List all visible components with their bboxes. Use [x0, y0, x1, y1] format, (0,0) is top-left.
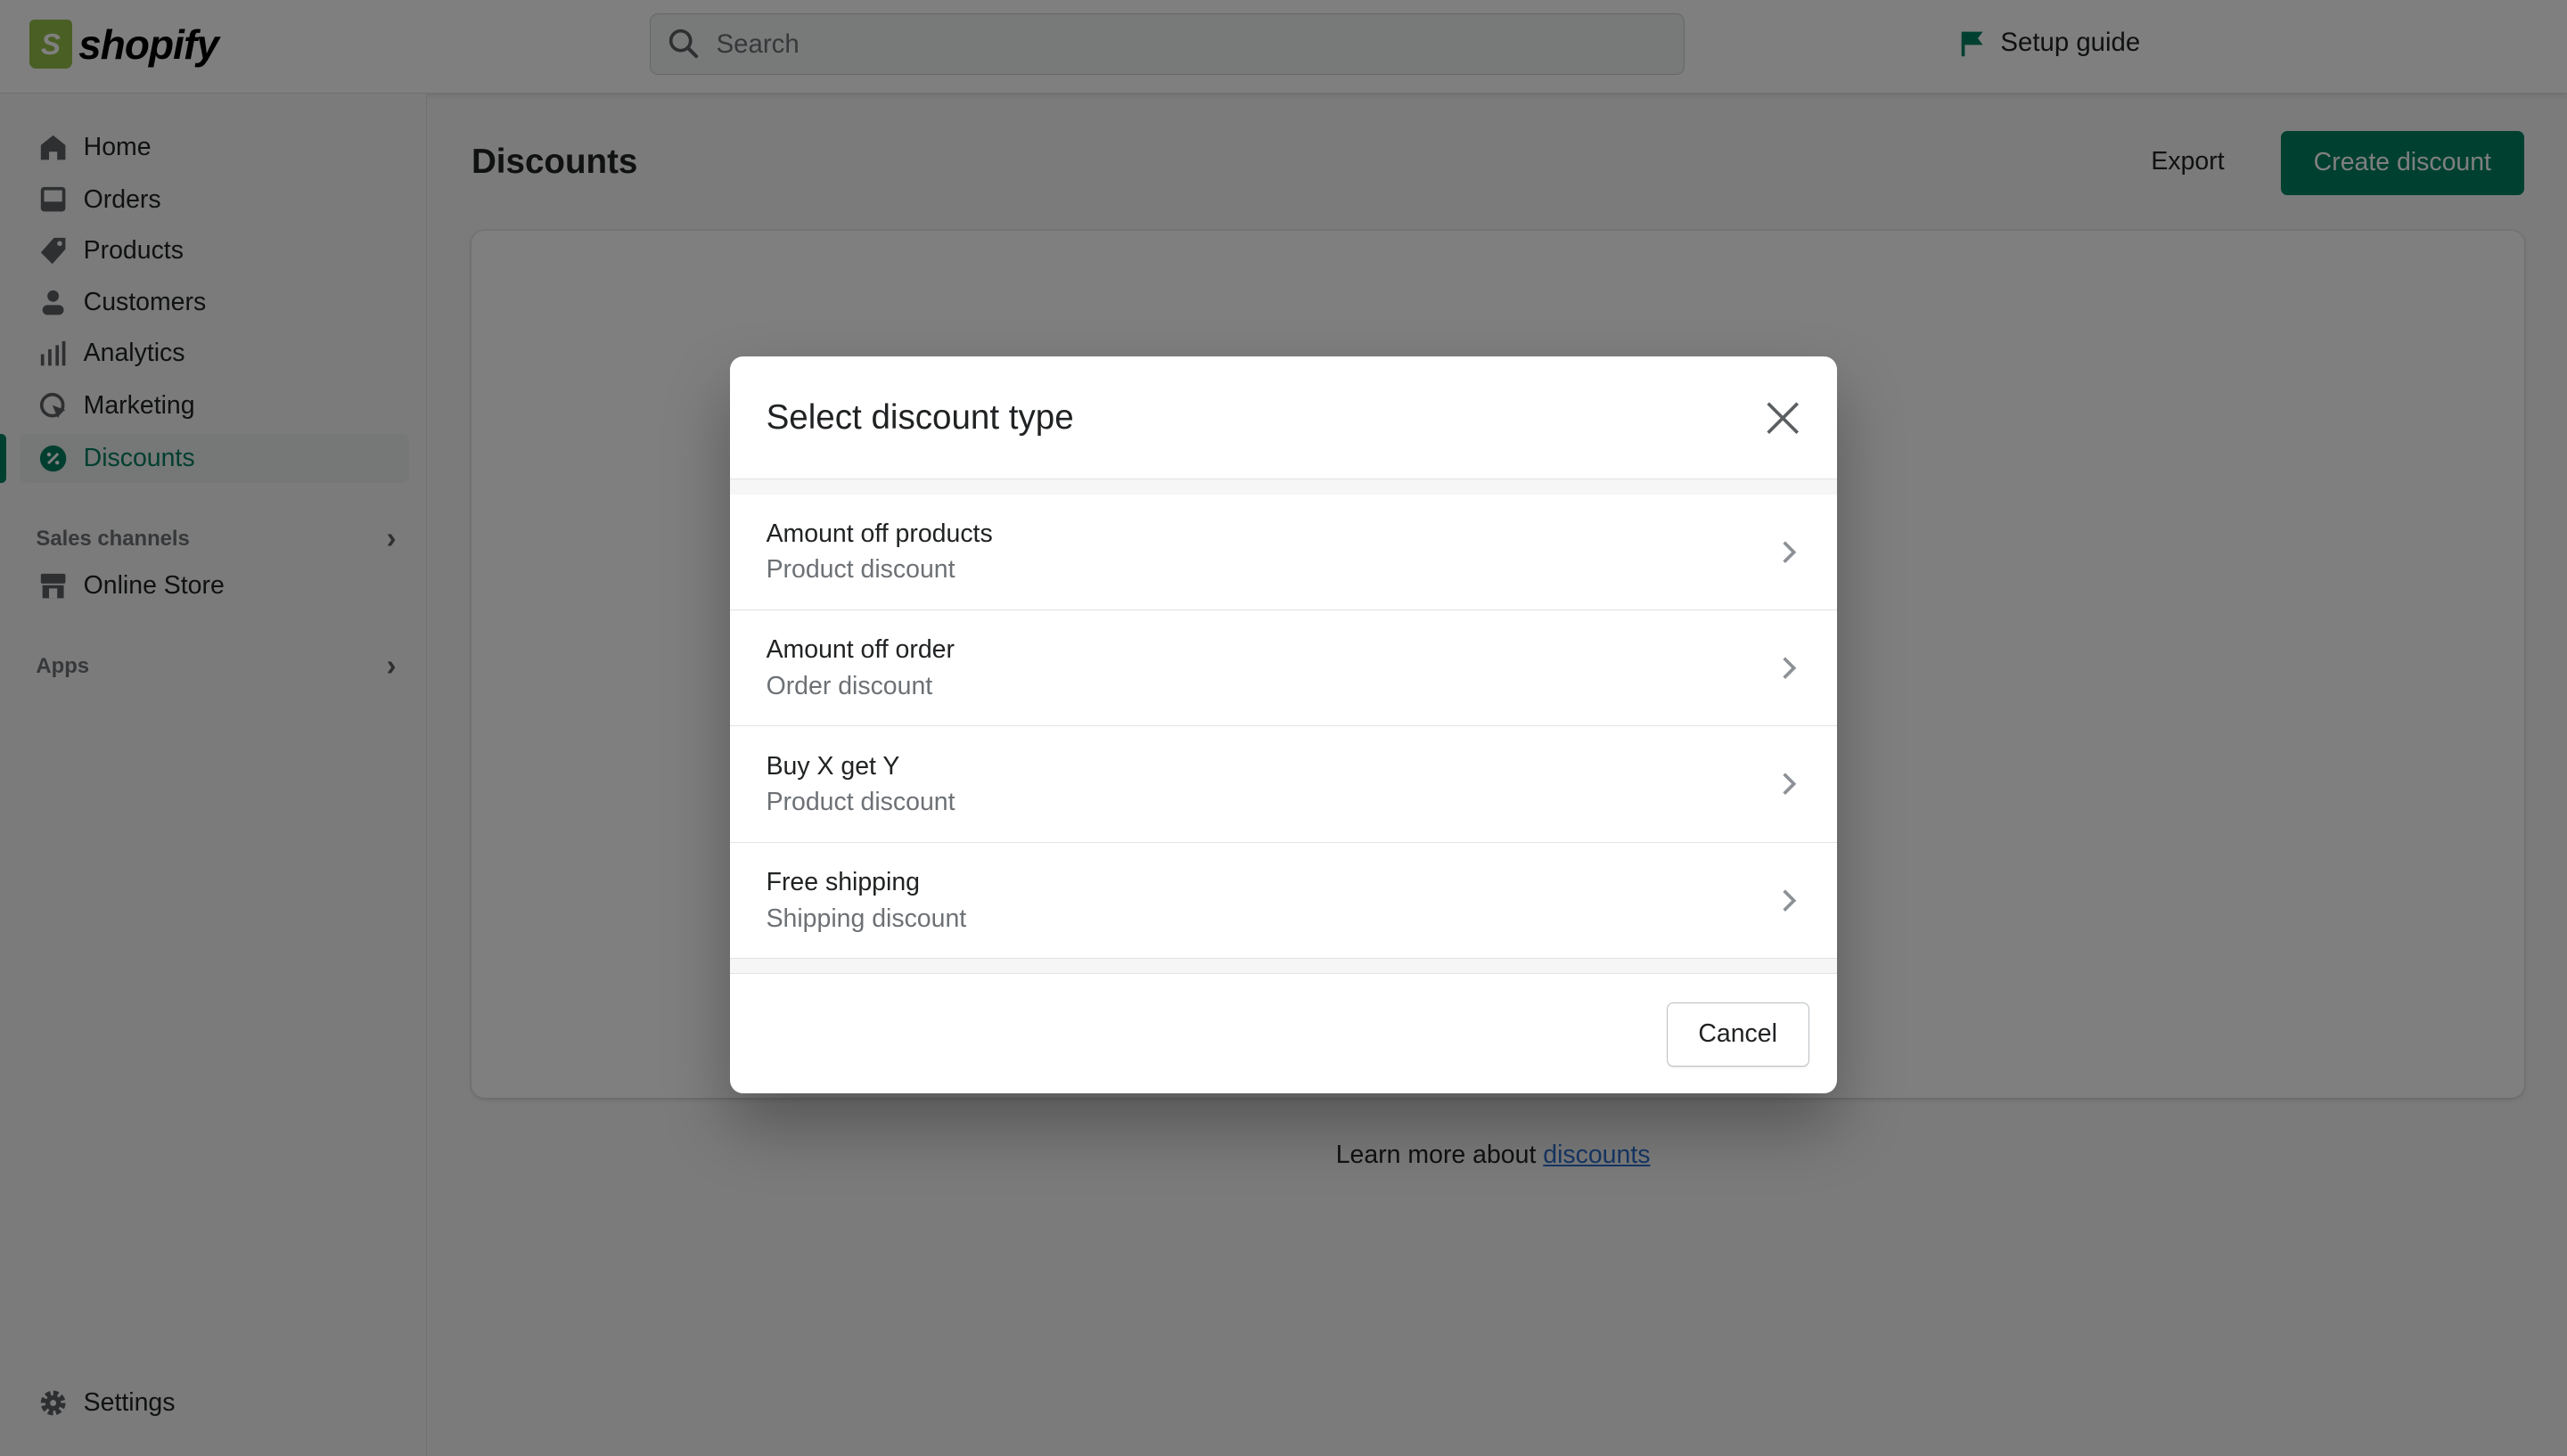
modal-footer: Cancel	[730, 974, 1837, 1093]
cancel-button[interactable]: Cancel	[1666, 1002, 1809, 1067]
option-amount-off-products[interactable]: Amount off products Product discount	[730, 495, 1837, 611]
option-title: Amount off order	[766, 635, 955, 665]
option-subtitle: Product discount	[766, 555, 955, 585]
divider	[730, 479, 1837, 495]
chevron-right-icon	[1783, 541, 1797, 563]
select-discount-type-modal: Select discount type Amount off products…	[730, 356, 1837, 1093]
divider	[730, 959, 1837, 974]
option-subtitle: Order discount	[766, 671, 933, 700]
app: S shopify Search Setup guide Home Orders…	[0, 0, 2567, 1456]
option-title: Buy X get Y	[766, 751, 900, 781]
option-buy-x-get-y[interactable]: Buy X get Y Product discount	[730, 726, 1837, 843]
chevron-right-icon	[1783, 773, 1797, 796]
close-icon[interactable]	[1765, 400, 1800, 436]
chevron-right-icon	[1783, 657, 1797, 680]
option-title: Free shipping	[766, 868, 920, 897]
option-subtitle: Product discount	[766, 788, 955, 817]
chevron-right-icon	[1783, 889, 1797, 912]
option-amount-off-order[interactable]: Amount off order Order discount	[730, 610, 1837, 727]
option-subtitle: Shipping discount	[766, 904, 967, 933]
modal-title: Select discount type	[766, 397, 1074, 437]
option-title: Amount off products	[766, 519, 993, 548]
modal-header: Select discount type	[730, 356, 1837, 480]
option-free-shipping[interactable]: Free shipping Shipping discount	[730, 843, 1837, 960]
